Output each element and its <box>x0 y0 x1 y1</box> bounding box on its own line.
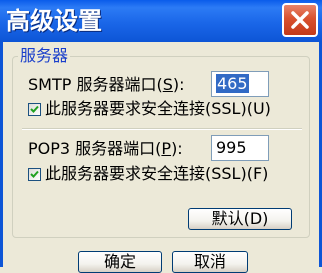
checkmark-icon <box>30 105 39 113</box>
smtp-port-label: SMTP 服务器端口(S): <box>28 75 185 94</box>
default-button[interactable]: 默认(D) <box>188 208 292 230</box>
server-group-legend: 服务器 <box>18 45 71 67</box>
close-button[interactable] <box>282 3 318 37</box>
smtp-port-input[interactable]: 465 <box>211 71 269 97</box>
close-icon <box>291 11 309 29</box>
pop3-port-input[interactable]: 995 <box>211 135 269 161</box>
ok-button[interactable]: 确定 <box>78 251 162 273</box>
pop3-port-label: POP3 服务器端口(P): <box>28 139 183 158</box>
smtp-ssl-checkbox[interactable] <box>28 103 41 116</box>
window-title: 高级设置 <box>6 7 102 35</box>
pop3-ssl-checkbox[interactable] <box>28 168 41 181</box>
smtp-ssl-label: 此服务器要求安全连接(SSL)(U) <box>45 99 271 118</box>
checkmark-icon <box>30 170 39 178</box>
group-divider <box>22 128 302 130</box>
pop3-ssl-label: 此服务器要求安全连接(SSL)(F) <box>45 164 269 183</box>
title-bar[interactable]: 高级设置 <box>0 0 322 42</box>
cancel-button[interactable]: 取消 <box>172 251 248 273</box>
window-frame-left <box>0 42 3 267</box>
